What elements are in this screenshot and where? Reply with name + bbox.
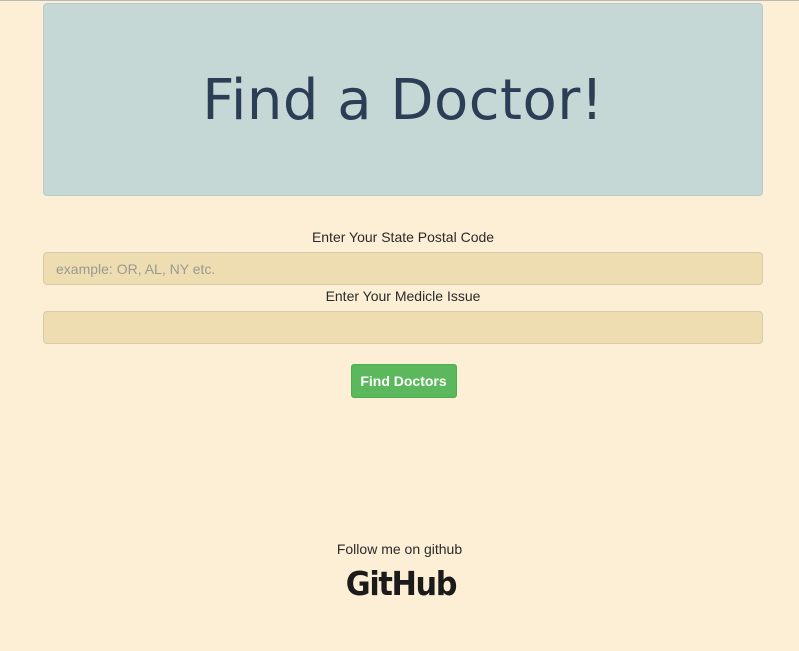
state-input[interactable] [43, 252, 763, 285]
header-banner: Find a Doctor! [43, 3, 763, 196]
issue-input[interactable] [43, 311, 763, 344]
main-container: Find a Doctor! Enter Your State Postal C… [43, 3, 763, 398]
page-title: Find a Doctor! [202, 68, 604, 133]
footer: Follow me on github GitHub [0, 540, 799, 602]
find-doctors-button[interactable]: Find Doctors [350, 364, 457, 398]
button-wrapper: Find Doctors [43, 364, 763, 398]
github-logo-link[interactable]: GitHub [346, 566, 458, 602]
issue-label: Enter Your Medicle Issue [325, 288, 481, 304]
search-form: Enter Your State Postal Code Enter Your … [43, 228, 763, 398]
footer-text: Follow me on github [336, 541, 463, 557]
state-label: Enter Your State Postal Code [311, 229, 495, 245]
